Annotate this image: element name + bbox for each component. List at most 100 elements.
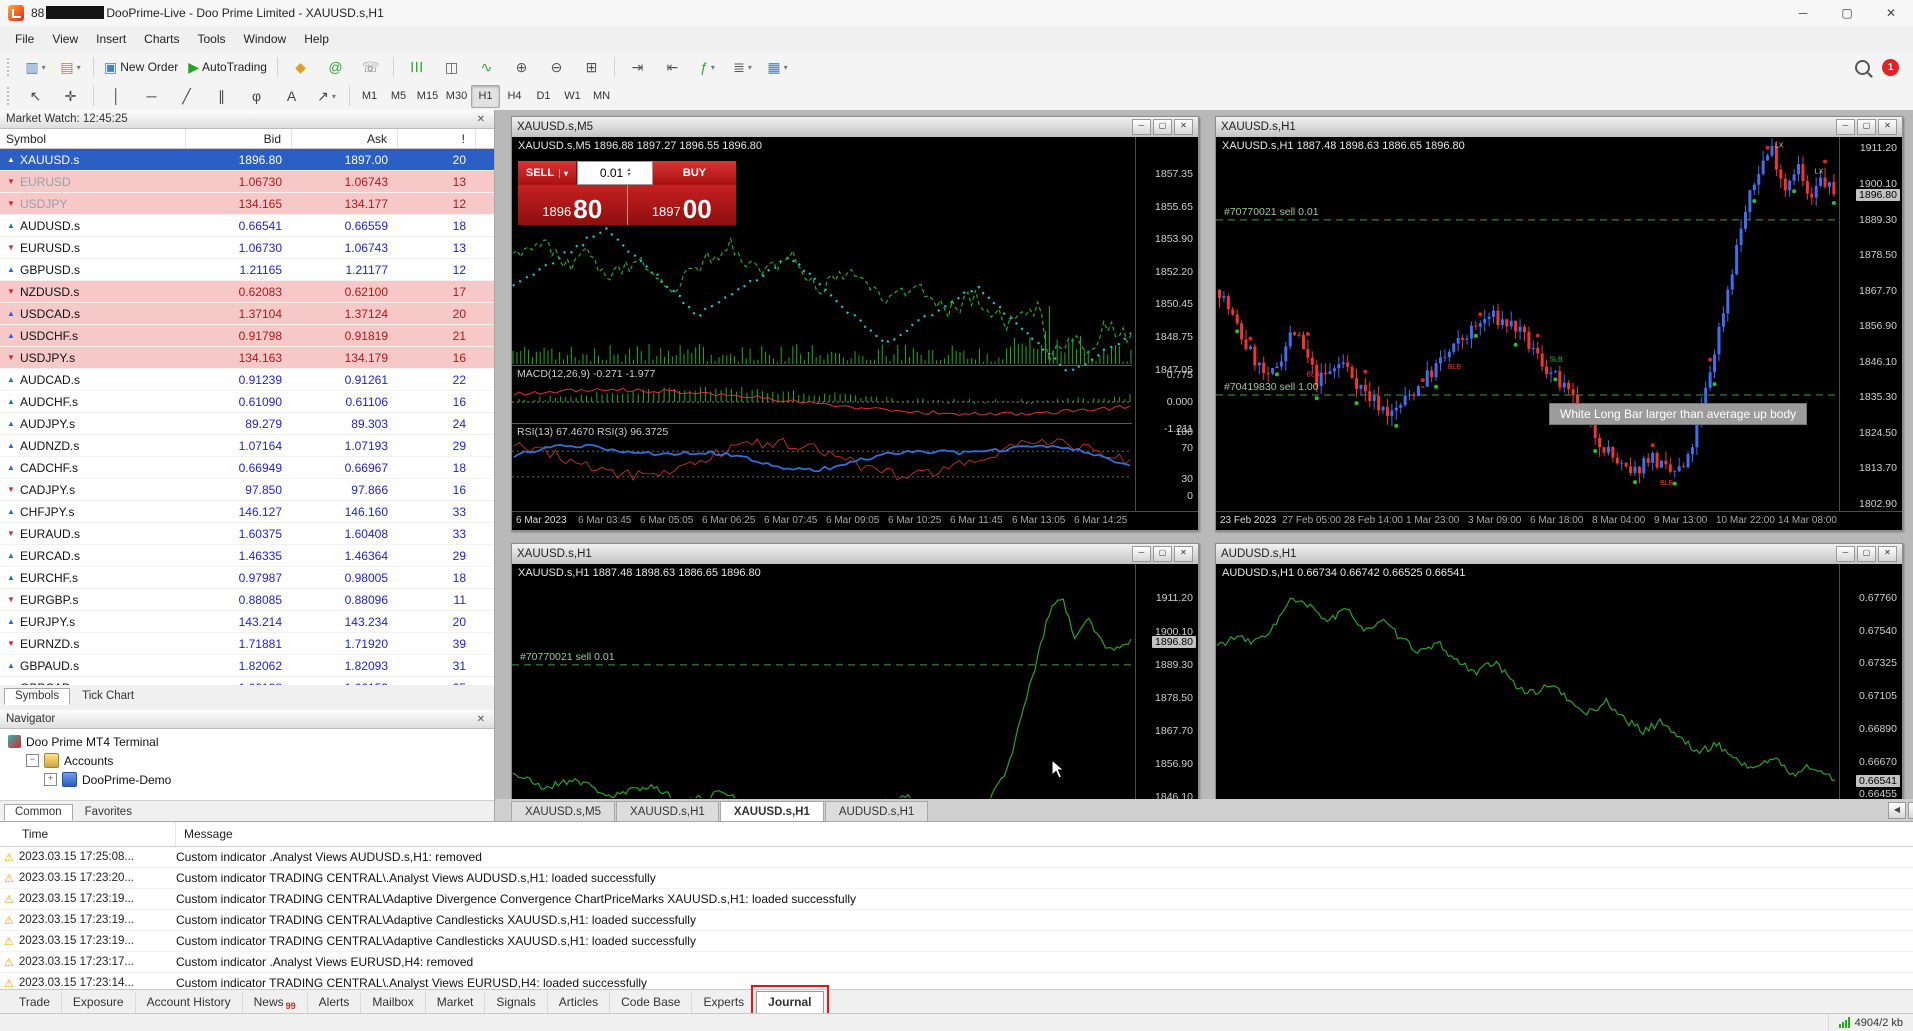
market-watch-row-eurgbp-s[interactable]: ▼EURGBP.s0.880850.8809611: [0, 589, 494, 611]
horizontal-line-tool-button[interactable]: ─: [134, 83, 169, 109]
dropdown-caret-icon[interactable]: ▾: [42, 63, 46, 72]
chart-canvas-area[interactable]: BLBBLBSLBBLBLXLX XAUUSD.s,H1 1887.48 189…: [1216, 137, 1902, 530]
close-panel-icon[interactable]: ✕: [474, 114, 488, 125]
market-watch-row-cadchf-s[interactable]: ▲CADCHF.s0.669490.6696718: [0, 457, 494, 479]
cursor-tool-button[interactable]: ↖: [18, 83, 53, 109]
chart-canvas-area[interactable]: XAUUSD.s,M5 1896.88 1897.27 1896.55 1896…: [512, 137, 1198, 530]
search-icon[interactable]: [1855, 60, 1870, 75]
market-watch-row-chfjpy-s[interactable]: ▲CHFJPY.s146.127146.16033: [0, 501, 494, 523]
market-watch-row-audjpy-s[interactable]: ▲AUDJPY.s89.27989.30324: [0, 413, 494, 435]
timeframe-d1-button[interactable]: D1: [529, 85, 558, 108]
timeframe-m5-button[interactable]: M5: [384, 85, 413, 108]
alerts-button[interactable]: ◆: [283, 54, 318, 80]
market-watch-row-eurnzd-s[interactable]: ▼EURNZD.s1.718811.7192039: [0, 633, 494, 655]
menu-view[interactable]: View: [43, 27, 87, 52]
timeframe-h1-button[interactable]: H1: [471, 85, 500, 108]
market-watch-row-eurchf-s[interactable]: ▲EURCHF.s0.979870.9800518: [0, 567, 494, 589]
new-chart-button[interactable]: ▥▾: [18, 54, 53, 80]
periods-button[interactable]: ≣▾: [725, 54, 760, 80]
chart-window-xauusd-h1[interactable]: XAUUSD.s,H1 ─ ▢ ✕ BLBBLBSLBBLBLXLX XAUUS…: [1215, 116, 1903, 531]
sell-options-caret-icon[interactable]: ▾: [559, 169, 568, 178]
crosshair-tool-button[interactable]: ✛: [53, 83, 88, 109]
chart-shift-button[interactable]: ⇤: [655, 54, 690, 80]
minimize-button[interactable]: ─: [1781, 0, 1825, 26]
chart-close-button[interactable]: ✕: [1174, 119, 1193, 135]
market-watch-row-eurcad-s[interactable]: ▲EURCAD.s1.463351.4636429: [0, 545, 494, 567]
chart-titlebar[interactable]: AUDUSD.s,H1 ─ ▢ ✕: [1216, 544, 1902, 565]
chart-titlebar[interactable]: XAUUSD.s,H1 ─ ▢ ✕: [1216, 117, 1902, 138]
navigator-titlebar[interactable]: Navigator ✕: [0, 710, 494, 729]
chart-minimize-button[interactable]: ─: [1836, 119, 1855, 135]
chart-tab-audusd-s-h1-3[interactable]: AUDUSD.s,H1: [825, 801, 928, 821]
sell-button[interactable]: SELL ▾: [518, 161, 577, 185]
journal-row[interactable]: ⚠2023.03.15 17:23:17...Custom indicator …: [0, 952, 1913, 973]
journal-row[interactable]: ⚠2023.03.15 17:23:19...Custom indicator …: [0, 910, 1913, 931]
chart-tab-xauusd-s-m5-0[interactable]: XAUUSD.s,M5: [511, 801, 615, 821]
dropdown-caret-icon[interactable]: ▾: [332, 92, 336, 101]
sell-price[interactable]: 1896 80: [518, 185, 627, 225]
buy-button[interactable]: BUY: [653, 161, 736, 185]
close-button[interactable]: ✕: [1869, 0, 1913, 26]
chart-minimize-button[interactable]: ─: [1132, 119, 1151, 135]
text-tool-button[interactable]: A: [274, 83, 309, 109]
menu-file[interactable]: File: [6, 27, 43, 52]
line-chart-button[interactable]: ∿: [469, 54, 504, 80]
timeframe-m15-button[interactable]: M15: [413, 85, 442, 108]
toolbar-grip[interactable]: [7, 58, 12, 76]
chart-titlebar[interactable]: XAUUSD.s,M5 ─ ▢ ✕: [512, 117, 1198, 138]
journal-row[interactable]: ⚠2023.03.15 17:25:08...Custom indicator …: [0, 847, 1913, 868]
chart-minimize-button[interactable]: ─: [1132, 546, 1151, 562]
chart-canvas-area[interactable]: XAUUSD.s,H1 1887.48 1898.63 1886.65 1896…: [512, 564, 1198, 799]
terminal-tab-articles[interactable]: Articles: [548, 992, 610, 1013]
market-watch-row-euraud-s[interactable]: ▼EURAUD.s1.603751.6040833: [0, 523, 494, 545]
notification-icon[interactable]: 1: [1882, 59, 1899, 76]
dropdown-caret-icon[interactable]: ▾: [784, 63, 788, 72]
mql-community-button[interactable]: @: [318, 54, 353, 80]
chart-titlebar[interactable]: XAUUSD.s,H1 ─ ▢ ✕: [512, 544, 1198, 565]
navigator-accounts-item[interactable]: − Accounts: [0, 751, 494, 770]
terminal-tab-signals[interactable]: Signals: [485, 992, 547, 1013]
market-watch-row-gbpcad-s[interactable]: ▲GBPCAD.s1.661281.6615325: [0, 677, 494, 685]
navigator-root-item[interactable]: Doo Prime MT4 Terminal: [0, 732, 494, 751]
market-watch-row-gbpaud-s[interactable]: ▲GBPAUD.s1.820621.8209331: [0, 655, 494, 677]
terminal-tab-code-base[interactable]: Code Base: [610, 992, 692, 1013]
chart-window-xauusd-h1-line[interactable]: XAUUSD.s,H1 ─ ▢ ✕ XAUUSD.s,H1 1887.48 18…: [511, 543, 1199, 799]
market-watch-row-eurusd-s[interactable]: ▼EURUSD.s1.067301.0674313: [0, 237, 494, 259]
expand-icon[interactable]: +: [44, 773, 57, 786]
zoom-out-button[interactable]: ⊖: [539, 54, 574, 80]
menu-insert[interactable]: Insert: [87, 27, 135, 52]
chart-tab-xauusd-s-h1-1[interactable]: XAUUSD.s,H1: [616, 801, 719, 821]
menu-charts[interactable]: Charts: [135, 27, 188, 52]
scroll-left-icon[interactable]: ◀: [1888, 802, 1906, 819]
chart-minimize-button[interactable]: ─: [1836, 546, 1855, 562]
journal-row[interactable]: ⚠2023.03.15 17:23:20...Custom indicator …: [0, 868, 1913, 889]
navigator-account-item[interactable]: + DooPrime-Demo: [0, 770, 494, 789]
market-watch-row-eurusd[interactable]: ▼EURUSD1.067301.0674313: [0, 171, 494, 193]
market-watch-row-usdchf-s[interactable]: ▲USDCHF.s0.917980.9181921: [0, 325, 494, 347]
timeframe-w1-button[interactable]: W1: [558, 85, 587, 108]
market-watch-row-audnzd-s[interactable]: ▲AUDNZD.s1.071641.0719329: [0, 435, 494, 457]
close-panel-icon[interactable]: ✕: [474, 714, 488, 725]
audusd-line-plot[interactable]: [1216, 564, 1836, 798]
h1-candle-plot[interactable]: BLBBLBSLBBLBLXLX: [1216, 137, 1836, 510]
journal-row[interactable]: ⚠2023.03.15 17:23:19...Custom indicator …: [0, 931, 1913, 952]
timeframe-h4-button[interactable]: H4: [500, 85, 529, 108]
menu-window[interactable]: Window: [235, 27, 296, 52]
lot-down-icon[interactable]: ▾: [627, 173, 630, 178]
time-axis[interactable]: 23 Feb 202327 Feb 05:0028 Feb 14:001 Mar…: [1216, 511, 1902, 530]
navigator-tab-common[interactable]: Common: [4, 804, 73, 821]
channel-tool-button[interactable]: ∥: [204, 83, 239, 109]
timeframe-m1-button[interactable]: M1: [355, 85, 384, 108]
lot-size-input[interactable]: 0.01 ▴▾: [577, 161, 653, 185]
timeframe-m30-button[interactable]: M30: [442, 85, 471, 108]
timeframe-mn-button[interactable]: MN: [587, 85, 616, 108]
terminal-tab-trade[interactable]: Trade: [8, 992, 62, 1013]
chart-tab-xauusd-s-h1-2[interactable]: XAUUSD.s,H1: [720, 801, 824, 821]
tile-windows-button[interactable]: ⊞: [574, 54, 609, 80]
candlestick-chart-button[interactable]: ◫: [434, 54, 469, 80]
h1-line-plot[interactable]: [512, 564, 1132, 798]
market-watch-row-audchf-s[interactable]: ▲AUDCHF.s0.610900.6110616: [0, 391, 494, 413]
market-watch-row-audcad-s[interactable]: ▲AUDCAD.s0.912390.9126122: [0, 369, 494, 391]
maximize-button[interactable]: ▢: [1825, 0, 1869, 26]
terminal-tab-journal[interactable]: Journal: [756, 991, 823, 1014]
